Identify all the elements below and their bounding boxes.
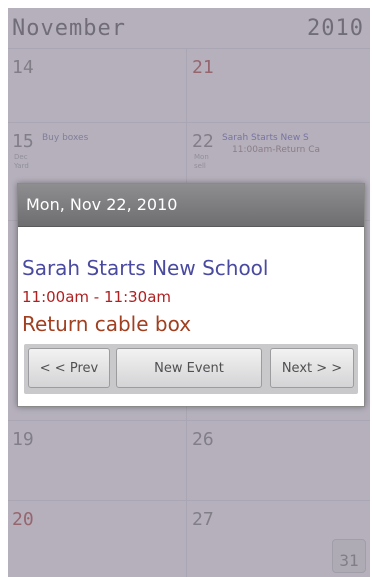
event-time: 11:00am - 11:30am — [22, 288, 172, 306]
event-popup: Mon, Nov 22, 2010 Sarah Starts New Schoo… — [17, 183, 365, 407]
event-note[interactable]: Return cable box — [22, 312, 191, 336]
popup-title-bar: Mon, Nov 22, 2010 — [18, 184, 364, 227]
popup-body: Sarah Starts New School 11:00am - 11:30a… — [18, 226, 364, 406]
popup-date: Mon, Nov 22, 2010 — [26, 195, 178, 214]
event-title[interactable]: Sarah Starts New School — [22, 256, 268, 280]
new-event-button[interactable]: New Event — [116, 348, 262, 388]
next-button[interactable]: Next > > — [270, 348, 354, 388]
prev-button[interactable]: < < Prev — [28, 348, 110, 388]
popup-button-bar: < < Prev New Event Next > > — [24, 344, 358, 394]
